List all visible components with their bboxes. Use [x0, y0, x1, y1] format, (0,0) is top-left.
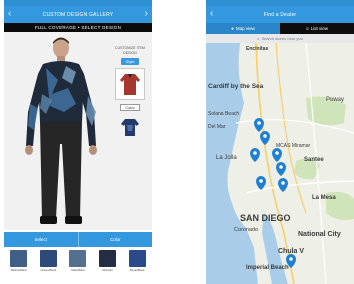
select-button[interactable]: Select: [4, 232, 78, 247]
location-pin-icon: [250, 148, 260, 162]
location-pin-icon: [260, 131, 270, 145]
sub-title: FULL COVERAGE • SELECT DESIGN: [4, 23, 152, 32]
swatch-item[interactable]: Royal/Black: [125, 250, 149, 284]
location-pin-icon: [286, 254, 296, 268]
chevron-left-icon[interactable]: ‹: [8, 8, 12, 19]
swatch-color: [99, 250, 117, 267]
swatch-color: [10, 250, 28, 267]
bottom-action-bar: Select Color: [4, 232, 152, 247]
chevron-left-icon[interactable]: ‹: [210, 8, 214, 19]
shirt-thumbnail[interactable]: [120, 117, 140, 142]
swatch-color: [69, 250, 87, 267]
product-preview: CUSTOMIZE ITEM DESIGN Style Color: [4, 32, 152, 230]
map-pins: [250, 118, 296, 268]
color-tab-button[interactable]: Color: [79, 232, 153, 247]
tab-label: Map view: [235, 26, 255, 31]
customize-label: CUSTOMIZE ITEM DESIGN: [115, 46, 145, 55]
color-button[interactable]: Color: [120, 104, 140, 111]
swatch-color: [128, 250, 146, 267]
swatch-label: Ocean/Black: [40, 268, 57, 272]
swatch-label: Midnight: [102, 268, 113, 272]
model-figure: [25, 37, 97, 224]
tab-label: List view: [310, 26, 328, 31]
page-title: CUSTOM DESIGN GALLERY: [42, 11, 114, 18]
swatch-label: Slate/Black: [70, 268, 85, 272]
location-pin-icon: [254, 118, 264, 132]
location-pin-icon: [278, 178, 288, 192]
swatch-color: [39, 250, 57, 267]
gallery-screen: ‹ CUSTOM DESIGN GALLERY › FULL COVERAGE …: [4, 0, 152, 284]
location-pin-icon: [272, 148, 282, 162]
swatch-list: Marble/Black Ocean/Black Slate/Black Mid…: [4, 250, 152, 284]
nav-bar: ‹ CUSTOM DESIGN GALLERY ›: [4, 6, 152, 23]
jacket-icon: [120, 74, 140, 95]
search-bar[interactable]: ⌕ Search stores near you: [206, 34, 354, 43]
page-title: Find a Dealer: [263, 11, 297, 18]
shirt-icon: [121, 119, 139, 136]
search-icon: ⌕: [257, 36, 260, 41]
swatch-label: Marble/Black: [10, 268, 27, 272]
style-button[interactable]: Style: [120, 58, 140, 65]
customize-panel: CUSTOMIZE ITEM DESIGN Style Color: [112, 46, 148, 142]
jacket-thumbnail[interactable]: [115, 68, 145, 100]
nav-bar: ‹ Find a Dealer: [206, 6, 354, 23]
swatch-item[interactable]: Marble/Black: [7, 250, 31, 284]
search-placeholder: Search stores near you: [261, 36, 303, 41]
swatch-item[interactable]: Ocean/Black: [36, 250, 60, 284]
tab-map-view[interactable]: ● Map view: [206, 23, 280, 34]
swatch-item[interactable]: Midnight: [96, 250, 120, 284]
location-pin-icon: [256, 176, 266, 190]
location-pin-icon: [276, 162, 286, 176]
swatch-label: Royal/Black: [129, 268, 145, 272]
list-icon: ≡: [306, 26, 309, 31]
chevron-right-icon[interactable]: ›: [144, 8, 148, 19]
swatch-item[interactable]: Slate/Black: [66, 250, 90, 284]
tab-list-view[interactable]: ≡ List view: [280, 23, 354, 34]
map-view[interactable]: Encinitas Cardiff by the Sea Poway Solan…: [206, 43, 354, 284]
pin-icon: ●: [231, 26, 234, 31]
view-tabs: ● Map view ≡ List view: [206, 23, 354, 34]
dealer-map-screen: ‹ Find a Dealer ● Map view ≡ List view ⌕…: [206, 0, 354, 284]
